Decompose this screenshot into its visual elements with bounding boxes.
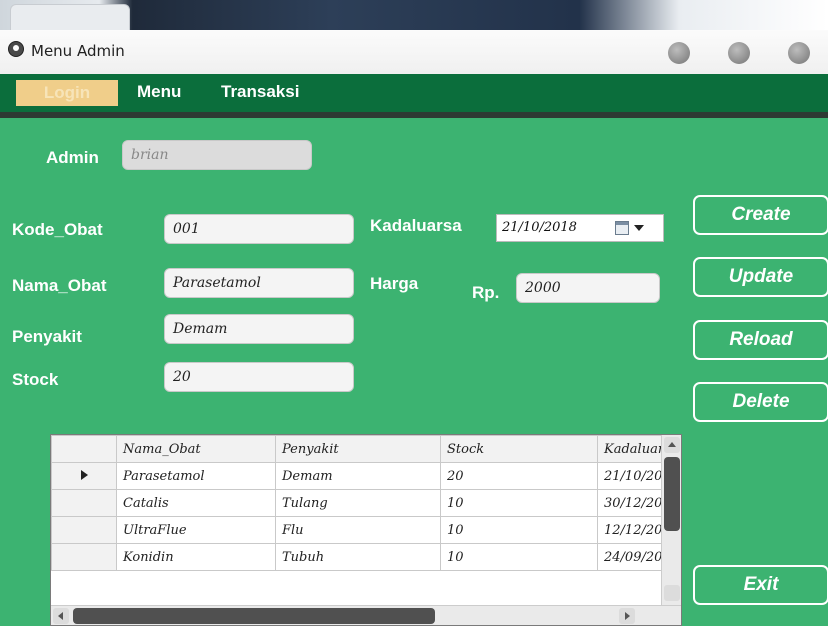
window-title: Menu Admin: [31, 42, 125, 60]
admin-label: Admin: [46, 148, 99, 167]
current-row-icon: [80, 469, 88, 480]
menu-bar: Login Menu Transaksi: [0, 74, 828, 118]
table-row[interactable]: Catalis Tulang 10 30/12/2018: [51, 489, 680, 517]
currency-label: Rp.: [472, 283, 500, 302]
table-cell[interactable]: 20: [440, 462, 598, 490]
background-window-tab: [10, 4, 130, 31]
harga-input[interactable]: 2000: [516, 273, 660, 303]
kadaluarsa-value: 21/10/2018: [502, 220, 577, 235]
kadaluarsa-datepicker[interactable]: 21/10/2018: [496, 214, 664, 242]
scroll-up-icon[interactable]: [664, 437, 680, 453]
table-cell[interactable]: 10: [440, 489, 598, 517]
table-row[interactable]: UltraFlue Flu 10 12/12/2018: [51, 516, 680, 544]
chevron-down-icon[interactable]: [634, 225, 644, 231]
menu-login[interactable]: Login: [16, 80, 118, 106]
row-header-corner: [51, 435, 117, 463]
harga-label: Harga: [370, 274, 419, 293]
menu-transaksi[interactable]: Transaksi: [221, 82, 299, 102]
update-button[interactable]: Update: [693, 257, 828, 297]
horizontal-scroll-thumb[interactable]: [73, 608, 435, 624]
row-selector[interactable]: [51, 489, 117, 517]
exit-button[interactable]: Exit: [693, 565, 828, 605]
minimize-button[interactable]: [668, 42, 690, 64]
table-cell[interactable]: 10: [440, 543, 598, 571]
penyakit-label: Penyakit: [12, 327, 82, 346]
calendar-icon[interactable]: [615, 221, 629, 235]
table-cell[interactable]: Catalis: [116, 489, 276, 517]
scroll-right-icon[interactable]: [619, 608, 635, 624]
admin-field: brian: [122, 140, 312, 170]
table-cell[interactable]: Parasetamol: [116, 462, 276, 490]
close-button[interactable]: [788, 42, 810, 64]
table-cell[interactable]: Tubuh: [275, 543, 441, 571]
scroll-left-icon[interactable]: [53, 608, 69, 624]
row-selector[interactable]: [51, 516, 117, 544]
delete-button[interactable]: Delete: [693, 382, 828, 422]
vertical-scrollbar[interactable]: [661, 435, 681, 605]
maximize-button[interactable]: [728, 42, 750, 64]
table-cell[interactable]: Flu: [275, 516, 441, 544]
title-bar: Menu Admin: [0, 30, 828, 74]
penyakit-input[interactable]: Demam: [164, 314, 354, 344]
row-selector[interactable]: [51, 543, 117, 571]
column-header[interactable]: Stock: [440, 435, 598, 463]
obat-table[interactable]: Nama_Obat Penyakit Stock Kadaluarsa Para…: [50, 434, 682, 626]
row-selector[interactable]: [51, 462, 117, 490]
column-header[interactable]: Penyakit: [275, 435, 441, 463]
table-header-row: Nama_Obat Penyakit Stock Kadaluarsa: [51, 435, 680, 463]
create-button[interactable]: Create: [693, 195, 828, 235]
scroll-down-icon[interactable]: [664, 585, 680, 601]
vertical-scroll-thumb[interactable]: [664, 457, 680, 531]
kadaluarsa-label: Kadaluarsa: [370, 216, 462, 235]
column-header[interactable]: Nama_Obat: [116, 435, 276, 463]
table-cell[interactable]: Tulang: [275, 489, 441, 517]
kode-obat-label: Kode_Obat: [12, 220, 103, 239]
table-cell[interactable]: 10: [440, 516, 598, 544]
reload-button[interactable]: Reload: [693, 320, 828, 360]
table-cell[interactable]: Konidin: [116, 543, 276, 571]
nama-obat-label: Nama_Obat: [12, 276, 107, 295]
table-row[interactable]: Konidin Tubuh 10 24/09/2018: [51, 543, 680, 571]
table-cell[interactable]: UltraFlue: [116, 516, 276, 544]
admin-window: Menu Admin Login Menu Transaksi Admin br…: [0, 30, 828, 626]
horizontal-scrollbar[interactable]: [51, 605, 681, 625]
nama-obat-input[interactable]: Parasetamol: [164, 268, 354, 298]
stock-label: Stock: [12, 370, 59, 389]
table-cell[interactable]: Demam: [275, 462, 441, 490]
kode-obat-input[interactable]: 001: [164, 214, 354, 244]
app-icon: [9, 42, 23, 56]
stock-input[interactable]: 20: [164, 362, 354, 392]
menu-menu[interactable]: Menu: [137, 82, 181, 102]
table-row[interactable]: Parasetamol Demam 20 21/10/2018: [51, 462, 680, 490]
